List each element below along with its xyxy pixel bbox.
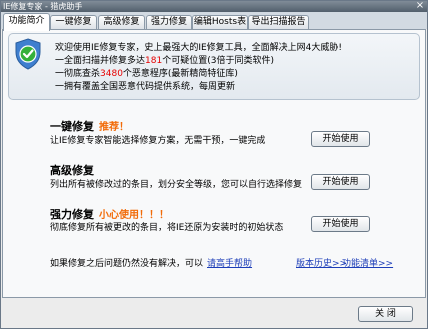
- option-title: 强力修复: [50, 208, 94, 221]
- advanced-repair-description: 列出所有被修改过的条目，划分安全等级，您可以自行选择修复: [50, 180, 303, 190]
- one-click-repair-title: 一键修复 推荐！: [50, 120, 129, 134]
- force-repair-start-button[interactable]: 开始使用: [311, 216, 370, 232]
- intro-kill-after: 个恶意程序(最新精简特征库): [122, 69, 238, 79]
- advanced-repair-start-button[interactable]: 开始使用: [311, 174, 370, 190]
- intro-scan-before: 一全面扫描并修复多达: [55, 56, 146, 66]
- shield-check-icon: [13, 38, 43, 70]
- force-repair-title: 强力修复 小心使用！！！: [50, 208, 169, 222]
- close-icon[interactable]: ×: [415, 1, 425, 12]
- help-row: 如果修复之后问题仍然没有解决，可以 请高手帮助: [50, 258, 252, 270]
- recommended-tag: 推荐！: [99, 122, 129, 133]
- tab-intro[interactable]: 功能简介: [3, 13, 50, 31]
- scan-location-count: 181: [145, 56, 163, 66]
- intro-welcome-text: 欢迎使用IE修复专家，史上最强大的IE修复工具，全面解决上网4大威胁!: [55, 43, 343, 53]
- close-button[interactable]: 关 闭: [358, 306, 413, 322]
- tab-export-report[interactable]: 导出扫描报告: [248, 15, 309, 29]
- tab-one-click-repair[interactable]: 一键修复: [50, 15, 97, 29]
- force-repair-description: 彻底修复所有被更改的条目，将IE还原为安装时的初始状态: [50, 223, 284, 233]
- feature-list-link[interactable]: 功能清单>>: [342, 258, 393, 270]
- intro-scan-line: 一全面扫描并修复多达181个可疑位置(3倍于同类软件): [55, 55, 274, 67]
- version-history-link[interactable]: 版本历史>>: [296, 258, 347, 270]
- title-bar[interactable]: IE修复专家 - 猎虎助手 ×: [1, 1, 427, 12]
- tab-force-repair[interactable]: 强力修复: [146, 15, 192, 29]
- app-window: IE修复专家 - 猎虎助手 × 功能简介 一键修复 高级修复 强力修复 编辑Ho…: [0, 0, 428, 329]
- intro-kill-before: 一彻底查杀: [55, 69, 101, 79]
- option-title: 高级修复: [50, 164, 94, 177]
- one-click-repair-description: 让IE修复专家智能选择修复方案，无需干预，一键完成: [50, 136, 266, 146]
- intro-panel: 欢迎使用IE修复专家，史上最强大的IE修复工具，全面解决上网4大威胁! 一全面扫…: [8, 33, 420, 100]
- intro-kill-line: 一彻底查杀3480个恶意程序(最新精简特征库): [55, 68, 238, 80]
- tab-edit-hosts[interactable]: 编辑Hosts表: [192, 15, 248, 29]
- malware-count: 3480: [100, 69, 123, 79]
- window-title: IE修复专家 - 猎虎助手: [3, 2, 83, 11]
- caution-tag: 小心使用！！！: [99, 210, 169, 221]
- tab-advanced-repair[interactable]: 高级修复: [98, 15, 145, 29]
- intro-scan-after: 个可疑位置(3倍于同类软件): [162, 56, 274, 66]
- one-click-repair-start-button[interactable]: 开始使用: [311, 131, 370, 147]
- tab-bar: 功能简介 一键修复 高级修复 强力修复 编辑Hosts表 导出扫描报告: [1, 12, 427, 31]
- option-title: 一键修复: [50, 120, 94, 133]
- help-text: 如果修复之后问题仍然没有解决，可以: [50, 259, 204, 269]
- advanced-repair-title: 高级修复: [50, 164, 94, 178]
- intro-update-text: 一拥有覆盖全国恶意代码提供系统，每周更新: [55, 82, 236, 92]
- ask-expert-link[interactable]: 请高手帮助: [207, 259, 252, 269]
